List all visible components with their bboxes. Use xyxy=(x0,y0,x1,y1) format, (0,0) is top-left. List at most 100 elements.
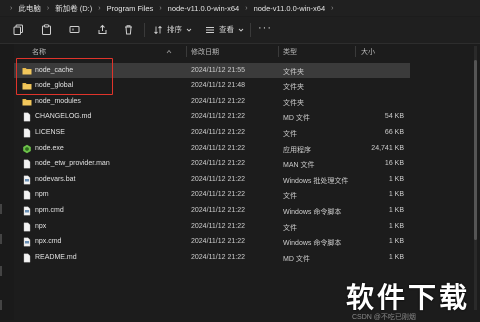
file-name: npx.cmd xyxy=(35,238,62,246)
column-header-size[interactable]: 大小 xyxy=(361,47,375,57)
chevron-down-icon xyxy=(238,27,244,33)
sort-icon xyxy=(153,25,163,35)
nav-pane-marker xyxy=(0,266,2,276)
file-type: Windows 批处理文件 xyxy=(283,177,349,185)
node-exe-icon xyxy=(22,144,32,154)
file-modified-date: 2024/11/12 21:22 xyxy=(191,97,245,105)
file-modified-date: 2024/11/12 21:22 xyxy=(191,238,245,246)
file-row[interactable]: CHANGELOG.md 2024/11/12 21:22 MD 文件 54 KB xyxy=(14,109,410,125)
rename-icon[interactable] xyxy=(69,24,80,35)
chevron-down-icon xyxy=(186,27,192,33)
script-file-icon xyxy=(22,175,32,185)
file-type: 文件夹 xyxy=(283,99,304,107)
watermark-credit: CSDN @不吃已刚烟 xyxy=(352,314,416,321)
file-row[interactable]: npm.cmd 2024/11/12 21:22 Windows 命令脚本 1 KB xyxy=(14,203,410,219)
column-divider[interactable] xyxy=(278,46,279,57)
file-type: MD 文件 xyxy=(283,255,310,263)
breadcrumb-item-node-subfolder[interactable]: node-v11.0.0-win-x64 xyxy=(254,4,326,13)
file-name: CHANGELOG.md xyxy=(35,113,92,121)
file-row[interactable]: node.exe 2024/11/12 21:22 应用程序 24,741 KB xyxy=(14,141,410,157)
file-type: MD 文件 xyxy=(283,115,310,123)
file-modified-date: 2024/11/12 21:22 xyxy=(191,222,245,230)
file-type: MAN 文件 xyxy=(283,162,315,170)
file-modified-date: 2024/11/12 21:55 xyxy=(191,66,245,74)
file-name: LICENSE xyxy=(35,128,65,136)
file-type: 文件 xyxy=(283,224,297,232)
column-divider[interactable] xyxy=(355,46,356,57)
file-row[interactable]: node_etw_provider.man 2024/11/12 21:22 MAN… xyxy=(14,156,410,172)
file-icon xyxy=(22,253,32,263)
toolbar-divider xyxy=(250,23,251,37)
file-icon xyxy=(22,112,32,122)
file-row[interactable]: nodevars.bat 2024/11/12 21:22 Windows 批处理文… xyxy=(14,172,410,188)
script-file-icon xyxy=(22,237,32,247)
file-modified-date: 2024/11/12 21:22 xyxy=(191,206,245,214)
file-modified-date: 2024/11/12 21:22 xyxy=(191,113,245,121)
file-size: 66 KB xyxy=(384,128,404,136)
chevron-right-icon: › xyxy=(46,4,50,12)
sort-button[interactable]: 排序 xyxy=(153,24,192,35)
file-name: npm.cmd xyxy=(35,206,64,214)
file-name: README.md xyxy=(35,253,77,261)
delete-icon[interactable] xyxy=(123,24,134,35)
column-header-name[interactable]: 名称 xyxy=(32,47,46,57)
file-type: 文件夹 xyxy=(283,84,304,92)
file-type: 文件 xyxy=(283,193,297,201)
file-row[interactable]: node_modules 2024/11/12 21:22 文件夹 xyxy=(14,94,410,110)
breadcrumb-item-this-pc[interactable]: 此电脑 xyxy=(18,3,41,14)
file-row[interactable]: npx.cmd 2024/11/12 21:22 Windows 命令脚本 1 KB xyxy=(14,234,410,250)
file-size: 1 KB xyxy=(388,238,404,246)
file-modified-date: 2024/11/12 21:22 xyxy=(191,160,245,168)
column-divider[interactable] xyxy=(186,46,187,57)
nav-pane-marker xyxy=(0,204,2,214)
breadcrumb-item-program-files[interactable]: Program Files xyxy=(107,4,154,13)
view-button[interactable]: 查看 xyxy=(205,24,244,35)
breadcrumb-item-drive[interactable]: 新加卷 (D:) xyxy=(55,3,92,14)
file-name: npm xyxy=(35,191,49,199)
chevron-right-icon: › xyxy=(331,4,334,12)
command-bar: 排序 查看 ··· xyxy=(0,17,480,44)
file-type: Windows 命令脚本 xyxy=(283,208,342,216)
file-row[interactable]: LICENSE 2024/11/12 21:22 文件 66 KB xyxy=(14,125,410,141)
file-type: Windows 命令脚本 xyxy=(283,240,342,248)
breadcrumb-item-node-folder[interactable]: node-v11.0.0-win-x64 xyxy=(168,4,240,13)
more-options-button[interactable]: ··· xyxy=(258,22,272,34)
chevron-up-icon xyxy=(166,49,172,56)
chevron-right-icon: › xyxy=(10,4,13,12)
file-modified-date: 2024/11/12 21:22 xyxy=(191,191,245,199)
file-type: 应用程序 xyxy=(283,146,311,154)
file-modified-date: 2024/11/12 21:22 xyxy=(191,128,245,136)
file-modified-date: 2024/11/12 21:48 xyxy=(191,82,245,90)
file-modified-date: 2024/11/12 21:22 xyxy=(191,253,245,261)
copy-icon[interactable] xyxy=(13,24,24,35)
column-header: 名称 修改日期 类型 大小 xyxy=(14,45,410,58)
file-row[interactable]: npx 2024/11/12 21:22 文件 1 KB xyxy=(14,219,410,235)
view-icon xyxy=(205,25,215,35)
sort-label: 排序 xyxy=(167,25,182,34)
column-header-type[interactable]: 类型 xyxy=(283,47,297,57)
file-type: 文件 xyxy=(283,130,297,138)
file-size: 16 KB xyxy=(384,160,404,168)
file-size: 54 KB xyxy=(384,113,404,121)
script-file-icon xyxy=(22,206,32,216)
file-name: nodevars.bat xyxy=(35,175,76,183)
file-row[interactable]: README.md 2024/11/12 21:22 MD 文件 1 KB xyxy=(14,250,410,266)
chevron-right-icon: › xyxy=(245,4,248,12)
file-icon xyxy=(22,128,32,138)
file-icon xyxy=(22,222,32,232)
nav-pane-marker xyxy=(0,300,2,310)
file-name: node.exe xyxy=(35,144,64,152)
watermark-logo-text: 软件下载 xyxy=(346,282,471,313)
nav-pane-marker xyxy=(0,234,2,244)
file-type: 文件夹 xyxy=(283,68,304,76)
navigation-pane-edge xyxy=(0,44,14,320)
file-size: 1 KB xyxy=(388,175,404,183)
paste-icon[interactable] xyxy=(41,24,52,35)
file-size: 1 KB xyxy=(388,253,404,261)
chevron-right-icon: › xyxy=(98,4,101,12)
share-icon[interactable] xyxy=(97,24,108,35)
file-modified-date: 2024/11/12 21:22 xyxy=(191,175,245,183)
column-header-date[interactable]: 修改日期 xyxy=(191,47,219,57)
scrollbar-thumb[interactable] xyxy=(474,60,477,240)
file-row[interactable]: npm 2024/11/12 21:22 文件 1 KB xyxy=(14,187,410,203)
